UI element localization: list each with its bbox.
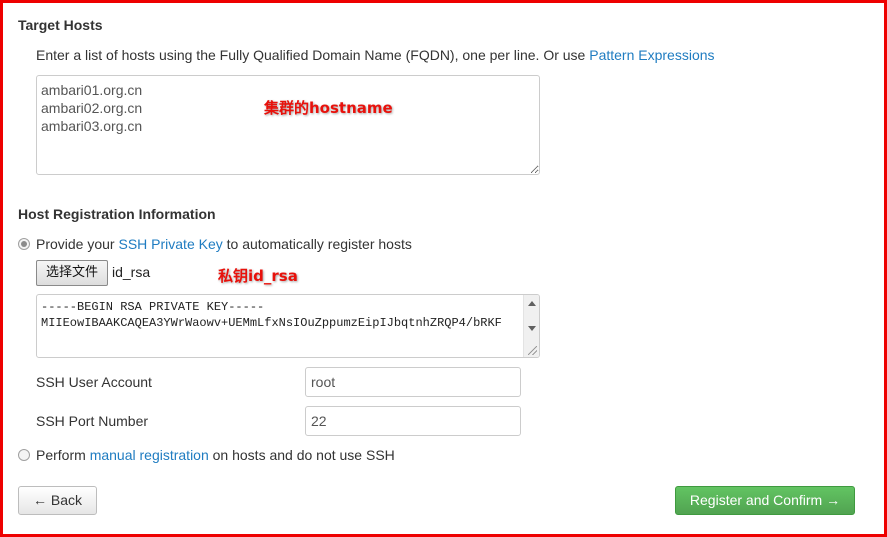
ssh-key-option-suffix: to automatically register hosts bbox=[222, 236, 412, 252]
resize-grip-icon[interactable] bbox=[528, 346, 537, 355]
target-hosts-heading: Target Hosts bbox=[18, 17, 103, 33]
scroll-down-icon[interactable] bbox=[528, 326, 536, 331]
pattern-expressions-link[interactable]: Pattern Expressions bbox=[589, 47, 714, 63]
ssh-port-label: SSH Port Number bbox=[36, 413, 149, 429]
private-key-content: -----BEGIN RSA PRIVATE KEY----- MIIEowIB… bbox=[41, 300, 502, 330]
ssh-key-radio[interactable] bbox=[18, 238, 30, 250]
target-hosts-description: Enter a list of hosts using the Fully Qu… bbox=[36, 47, 715, 63]
register-and-confirm-button[interactable]: Register and Confirm → bbox=[675, 486, 855, 515]
ssh-port-input[interactable] bbox=[305, 406, 521, 436]
ssh-user-input[interactable] bbox=[305, 367, 521, 397]
target-hosts-description-text: Enter a list of hosts using the Fully Qu… bbox=[36, 47, 590, 63]
host-registration-heading: Host Registration Information bbox=[18, 206, 216, 222]
scroll-up-icon[interactable] bbox=[528, 301, 536, 306]
selected-file-name: id_rsa bbox=[112, 264, 151, 280]
ssh-key-option-label: Provide your SSH Private Key to automati… bbox=[36, 236, 412, 252]
ssh-private-key-link[interactable]: SSH Private Key bbox=[118, 236, 222, 252]
manual-option-suffix: on hosts and do not use SSH bbox=[208, 447, 395, 463]
ssh-key-option-prefix: Provide your bbox=[36, 236, 119, 252]
hostname-annotation: 集群的hostname bbox=[264, 99, 393, 117]
private-key-annotation: 私钥id_rsa bbox=[218, 267, 298, 285]
target-hosts-textarea[interactable] bbox=[36, 75, 540, 175]
ssh-user-label: SSH User Account bbox=[36, 374, 152, 390]
manual-registration-radio[interactable] bbox=[18, 449, 30, 461]
manual-option-label: Perform manual registration on hosts and… bbox=[36, 447, 395, 463]
choose-file-button[interactable]: 选择文件 bbox=[36, 260, 108, 286]
manual-option-prefix: Perform bbox=[36, 447, 90, 463]
manual-registration-link[interactable]: manual registration bbox=[90, 447, 209, 463]
private-key-textarea[interactable]: -----BEGIN RSA PRIVATE KEY----- MIIEowIB… bbox=[36, 294, 540, 358]
back-button[interactable]: ← Back bbox=[18, 486, 97, 515]
